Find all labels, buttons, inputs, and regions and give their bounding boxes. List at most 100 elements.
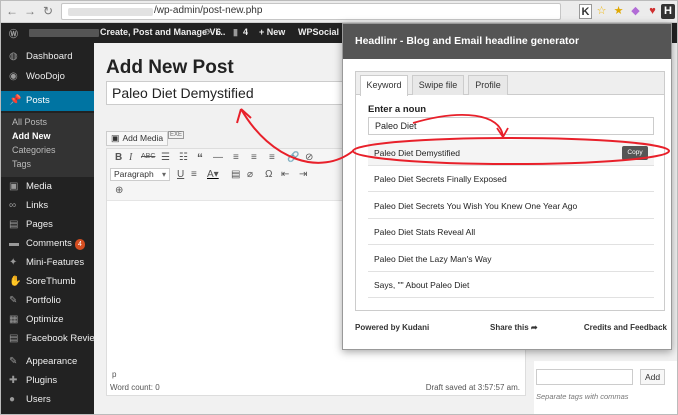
sidebar-item-label: Plugins [26, 375, 58, 386]
back-icon[interactable]: ← [5, 4, 19, 18]
extension-star-icon[interactable]: ★ [612, 4, 625, 19]
address-bar[interactable]: /wp-admin/post-new.php [61, 3, 561, 20]
sidebar-item-label: Users [26, 394, 51, 405]
noun-label: Enter a noun [368, 104, 427, 115]
extension-gem-icon[interactable]: ◆ [629, 4, 642, 19]
outdent-icon[interactable]: ⇤ [281, 169, 289, 180]
target-icon[interactable]: ⊕ [115, 185, 123, 196]
strikethrough-icon[interactable]: ABC [141, 153, 155, 160]
submenu-all-posts[interactable]: All Posts [12, 117, 47, 127]
share-link[interactable]: Share this ➦ [490, 323, 538, 332]
sidebar-item-posts[interactable]: 📌 Posts [1, 91, 94, 111]
sidebar-item-label: Media [26, 181, 52, 192]
headline-result[interactable]: Paleo Diet Stats Reveal All [368, 219, 654, 245]
headlinr-panel: Keyword Swipe file Profile Enter a noun … [355, 71, 665, 311]
sidebar-item-pages[interactable]: ▤ Pages [1, 215, 94, 235]
headline-result[interactable]: Paleo Diet the Lazy Man's Way [368, 246, 654, 272]
clear-formatting-icon[interactable]: ⌀ [247, 169, 253, 180]
sidebar-item-appearance[interactable]: ✎ Appearance [1, 352, 94, 372]
bullet-list-icon[interactable]: ☰ [161, 152, 170, 163]
extension-heart-icon[interactable]: ♥ [646, 4, 659, 19]
headlinr-extension-icon[interactable]: H [661, 4, 675, 19]
forward-icon[interactable]: → [23, 4, 37, 18]
sidebar-item-portfolio[interactable]: ✎ Portfolio [1, 291, 94, 311]
submenu-categories[interactable]: Categories [12, 145, 56, 155]
headline-result[interactable]: Says, "" About Paleo Diet [368, 272, 654, 298]
add-media-button[interactable]: ▣ Add Media [106, 131, 169, 146]
credits-feedback-link[interactable]: Credits and Feedback [584, 323, 667, 332]
facebook-reviews-icon: ▤ [9, 333, 19, 344]
sidebar-item-facebook-reviews[interactable]: ▤ Facebook Reviews [1, 329, 106, 349]
tab-bar: Keyword Swipe file Profile [356, 72, 664, 96]
paste-text-icon[interactable]: ▤ [231, 169, 240, 180]
headline-result[interactable]: Paleo Diet Secrets Finally Exposed [368, 166, 654, 192]
special-character-icon[interactable]: Ω [265, 169, 272, 180]
italic-icon[interactable]: I [129, 152, 132, 163]
sidebar-item-users[interactable]: ● Users [1, 390, 94, 410]
align-center-icon[interactable]: ≡ [251, 152, 257, 163]
sidebar-item-comments[interactable]: ▬ Comments 4 [1, 234, 94, 254]
element-path: p [112, 370, 117, 379]
sidebar-item-links[interactable]: ∞ Links [1, 196, 94, 216]
plugins-icon: ✚ [9, 375, 18, 386]
browser-toolbar: ← → ↻ /wp-admin/post-new.php K ☆ ★ ◆ ♥ H [1, 1, 677, 23]
posts-submenu: All Posts Add New Categories Tags [1, 113, 94, 177]
align-right-icon[interactable]: ≡ [269, 152, 275, 163]
sidebar-item-label: SoreThumb [26, 276, 76, 287]
sidebar-item-sorethumb[interactable]: ✋ SoreThumb [1, 272, 94, 292]
indent-icon[interactable]: ⇥ [299, 169, 307, 180]
kudani-extension-icon[interactable]: K [579, 4, 592, 19]
insert-link-icon[interactable]: 🔗 [287, 152, 299, 163]
sidebar-item-label: Portfolio [26, 295, 61, 306]
sidebar-item-optimize[interactable]: ▦ Optimize [1, 310, 94, 330]
copy-button[interactable]: Copy [622, 146, 648, 160]
tab-keyword[interactable]: Keyword [360, 75, 408, 96]
sidebar-item-media[interactable]: ▣ Media [1, 177, 94, 197]
comments-count[interactable]: 4 [243, 27, 248, 37]
sidebar-item-label: Posts [26, 95, 50, 106]
comments-badge: 4 [74, 239, 85, 250]
sidebar-item-label: Mini-Features [26, 257, 85, 268]
sidebar-item-mini-features[interactable]: ✦ Mini-Features [1, 253, 94, 273]
portfolio-icon: ✎ [9, 295, 18, 306]
comments-icon[interactable]: ▮ [233, 27, 238, 38]
justify-icon[interactable]: ≡ [191, 169, 197, 180]
appearance-icon: ✎ [9, 356, 18, 367]
bold-icon[interactable]: B [115, 152, 122, 163]
blockquote-icon[interactable]: “ [197, 151, 203, 165]
submenu-tags[interactable]: Tags [12, 159, 31, 169]
media-icon: ▣ [111, 133, 120, 143]
headline-result[interactable]: Paleo Diet Demystified Copy [368, 140, 654, 166]
text-color-icon[interactable]: A▾ [207, 169, 219, 180]
horizontal-line-icon[interactable]: — [213, 152, 223, 163]
comments-icon: ▬ [9, 238, 19, 249]
sidebar-item-label: Links [26, 200, 49, 211]
sidebar-item-dashboard[interactable]: ◍ Dashboard [1, 47, 94, 67]
wpsocial-menu[interactable]: WPSocial [298, 27, 339, 37]
headline-result[interactable]: Paleo Diet Secrets You Wish You Knew One… [368, 193, 654, 219]
url-text: /wp-admin/post-new.php [154, 5, 263, 16]
bookmark-star-icon[interactable]: ☆ [595, 4, 608, 19]
remove-link-icon[interactable]: ⊘ [305, 152, 313, 163]
updates-count[interactable]: 6 [216, 27, 221, 37]
sidebar-item-plugins[interactable]: ✚ Plugins [1, 371, 94, 391]
tab-profile[interactable]: Profile [468, 75, 508, 95]
underline-icon[interactable]: U [177, 169, 184, 180]
reload-icon[interactable]: ↻ [41, 4, 55, 18]
tags-input[interactable] [536, 369, 633, 385]
numbered-list-icon[interactable]: ☷ [179, 152, 188, 163]
paragraph-format-select[interactable]: Paragraph [110, 168, 170, 181]
noun-input[interactable]: Paleo Diet [368, 117, 654, 135]
new-content-menu[interactable]: + New [259, 27, 285, 37]
add-tag-button[interactable]: Add [640, 369, 665, 385]
redacted-site-name [29, 29, 99, 37]
sidebar-item-woodojo[interactable]: ◉ WooDojo [1, 67, 94, 87]
align-left-icon[interactable]: ≡ [233, 152, 239, 163]
submenu-add-new[interactable]: Add New [12, 131, 51, 141]
wordpress-logo-icon[interactable]: Ⓦ [9, 27, 18, 40]
draft-saved-status: Draft saved at 3:57:57 am. [425, 383, 520, 392]
tab-swipe-file[interactable]: Swipe file [412, 75, 464, 95]
dashboard-icon: ◍ [9, 51, 18, 62]
headline-text: Paleo Diet Demystified [374, 148, 460, 158]
updates-icon[interactable]: ⟳ [204, 27, 212, 38]
